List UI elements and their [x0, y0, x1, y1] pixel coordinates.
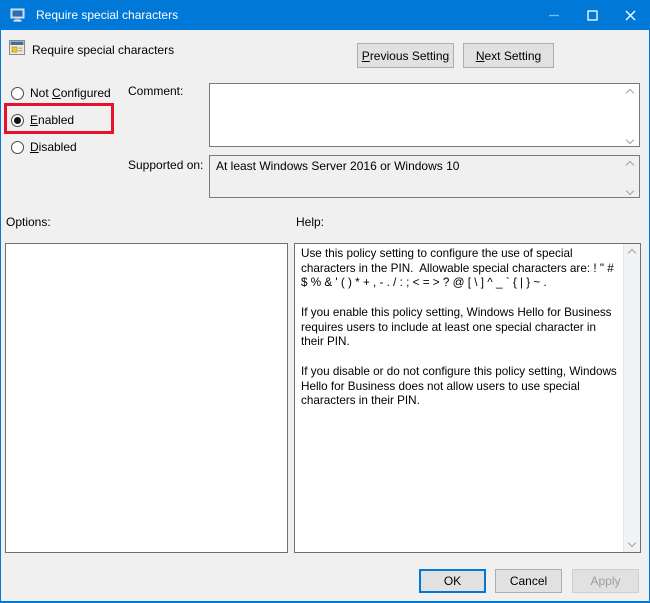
radio-circle-disabled[interactable] [11, 140, 24, 154]
cancel-button[interactable]: Cancel [495, 569, 562, 593]
radio-label-enabled: Enabled [30, 113, 75, 127]
options-panel [5, 243, 288, 553]
policy-setting-icon [9, 40, 26, 56]
supported-scroll-up-icon[interactable] [626, 160, 634, 168]
help-scrollbar[interactable] [623, 244, 640, 552]
radio-circle-not-configured[interactable] [11, 86, 24, 100]
ok-button[interactable]: OK [419, 569, 486, 593]
supported-scroll-down-icon[interactable] [626, 188, 634, 196]
comment-scroll-up-icon[interactable] [626, 88, 634, 96]
titlebar: Require special characters [1, 0, 649, 30]
radio-label-disabled: Disabled [30, 140, 77, 154]
radio-label-not-configured: Not Configured [30, 86, 111, 100]
comment-input[interactable] [209, 83, 640, 147]
previous-setting-button[interactable]: Previous Setting [357, 43, 454, 68]
radio-circle-enabled[interactable] [11, 113, 24, 127]
radio-not-configured[interactable]: Not Configured [11, 86, 111, 100]
maximize-button[interactable] [573, 0, 611, 30]
policy-name-heading: Require special characters [32, 43, 175, 57]
close-button[interactable] [611, 0, 649, 30]
window-controls [535, 0, 649, 30]
radio-enabled[interactable]: Enabled [11, 113, 74, 127]
help-panel: Use this policy setting to configure the… [294, 243, 641, 553]
comment-scroll-down-icon[interactable] [626, 137, 634, 145]
comment-label: Comment: [128, 84, 184, 98]
policy-setting-window: Require special characters Require speci… [0, 0, 650, 603]
help-text: Use this policy setting to configure the… [301, 247, 617, 408]
window-title: Require special characters [36, 8, 179, 22]
options-label: Options: [6, 215, 51, 229]
supported-on-label: Supported on: [128, 158, 204, 172]
apply-button: Apply [572, 569, 639, 593]
help-scroll-down-icon[interactable] [628, 540, 636, 548]
supported-on-value: At least Windows Server 2016 or Windows … [209, 155, 640, 198]
next-setting-button[interactable]: Next Setting [463, 43, 554, 68]
group-policy-window-icon [10, 7, 28, 23]
radio-disabled[interactable]: Disabled [11, 140, 77, 154]
help-label: Help: [296, 215, 325, 229]
minimize-button[interactable] [535, 0, 573, 30]
help-scroll-up-icon[interactable] [628, 248, 636, 256]
